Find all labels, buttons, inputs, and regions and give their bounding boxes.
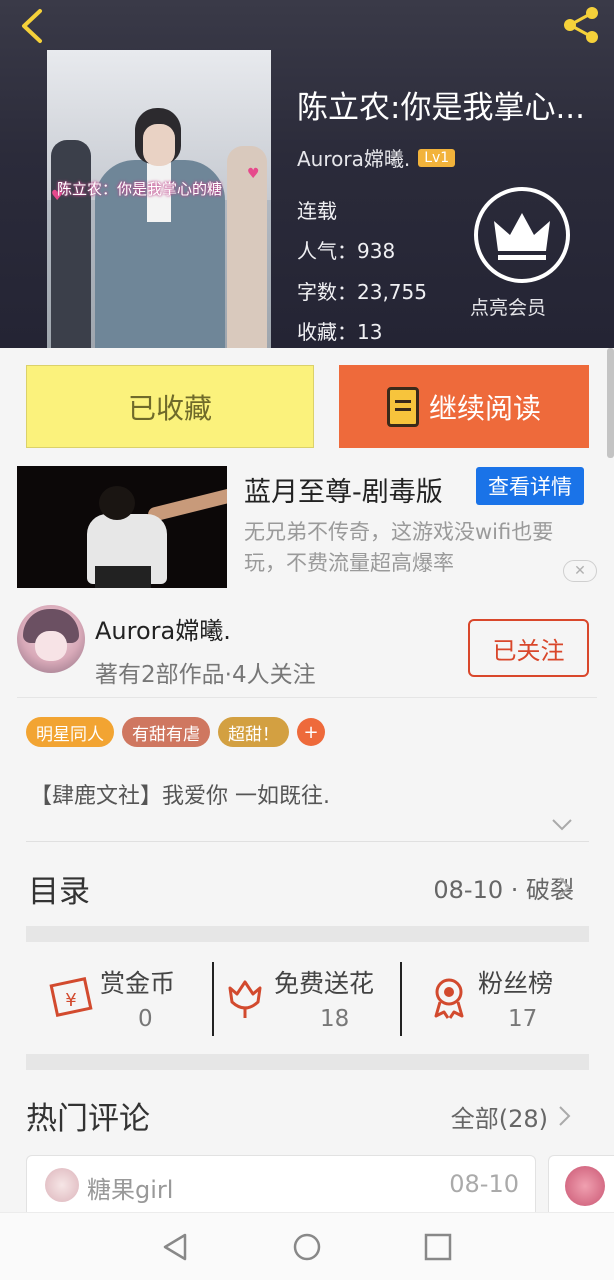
section-separator (26, 1054, 589, 1070)
favorite-count: 收藏：13 (297, 320, 383, 344)
continue-reading-button[interactable]: 继续阅读 (339, 365, 589, 448)
tag-item[interactable]: 明星同人 (26, 717, 114, 747)
award-ribbon-icon (434, 978, 464, 1019)
book-icon (386, 386, 419, 427)
commenter-name[interactable]: 糖果girl (87, 1170, 173, 1205)
author-name[interactable]: Aurora嫦曦. (297, 143, 410, 172)
collected-button[interactable]: 已收藏 (26, 365, 314, 448)
chevron-down-icon[interactable] (551, 818, 573, 832)
toc-latest-chapter[interactable]: 08-10 · 破裂 (433, 870, 574, 905)
heart-icon: ♥ (247, 166, 260, 182)
comment-card[interactable] (548, 1155, 614, 1215)
cover-figure-face (143, 124, 175, 166)
cover-caption: 陈立农：你是我掌心的糖 (57, 180, 223, 198)
ad-close-button[interactable]: ✕ (563, 560, 597, 582)
vip-button[interactable] (474, 187, 570, 283)
author-avatar[interactable] (17, 605, 85, 673)
red-envelope-icon: ¥ (49, 977, 93, 1017)
ad-image[interactable] (17, 466, 227, 588)
stat-value: 18 (320, 1006, 350, 1032)
toc-title[interactable]: 目录 (28, 866, 90, 911)
chevron-right-icon[interactable] (557, 1104, 573, 1128)
stats-row: ¥ 赏金币 0 免费送花 18 粉丝榜 17 (26, 956, 589, 1046)
level-badge: Lv1 (418, 148, 456, 167)
vip-label[interactable]: 点亮会员 (470, 293, 546, 320)
author-card-name[interactable]: Aurora嫦曦. (95, 611, 231, 646)
ad-description[interactable]: 无兄弟不传奇，这游戏没wifi也要玩，不费流量超高爆率 (244, 517, 594, 579)
popularity: 人气：938 (297, 239, 396, 263)
divider (26, 841, 589, 842)
followed-button[interactable]: 已关注 (468, 619, 589, 677)
stat-label: 免费送花 (274, 969, 375, 998)
nav-recents-icon[interactable] (422, 1231, 454, 1263)
avatar-face (35, 631, 67, 661)
flower-icon (228, 980, 262, 1018)
free-flower-stat[interactable]: 免费送花 18 (214, 956, 400, 1046)
all-comments-link[interactable]: 全部(28) (451, 1099, 548, 1134)
word-count: 字数：23,755 (297, 280, 427, 304)
commenter-avatar[interactable] (565, 1166, 605, 1206)
comment-card[interactable]: 糖果girl 08-10 (26, 1155, 536, 1215)
ad-figure-head (99, 486, 135, 520)
ad-title[interactable]: 蓝月至尊-剧毒版 (244, 470, 443, 509)
book-cover[interactable]: ♥ ♥ 陈立农：你是我掌心的糖 (47, 50, 271, 348)
continue-reading-label: 继续阅读 (428, 391, 541, 425)
tag-item[interactable]: 超甜！ (218, 717, 289, 747)
stat-value: 17 (508, 1006, 538, 1032)
hot-comments-title: 热门评论 (26, 1101, 150, 1137)
ad-detail-button[interactable]: 查看详情 (476, 467, 584, 505)
author-line[interactable]: Aurora嫦曦. Lv1 (297, 143, 456, 172)
stat-label: 赏金币 (100, 969, 176, 998)
comment-date: 08-10 (449, 1170, 519, 1198)
add-tag-button[interactable]: + (297, 718, 325, 746)
tag-list: 明星同人 有甜有虐 超甜！ + (26, 717, 325, 747)
author-card-meta: 著有2部作品·4人关注 (95, 662, 316, 688)
fan-rank-stat[interactable]: 粉丝榜 17 (402, 956, 589, 1046)
reward-coins-stat[interactable]: ¥ 赏金币 0 (26, 956, 212, 1046)
chevron-right-icon[interactable] (557, 875, 573, 899)
svg-text:¥: ¥ (65, 990, 76, 1011)
book-intro: 【肆鹿文社】我爱你 一如既往. (30, 784, 330, 809)
share-icon[interactable] (558, 4, 604, 46)
stat-label: 粉丝榜 (478, 969, 554, 998)
commenter-avatar[interactable] (45, 1168, 79, 1202)
crown-icon (494, 213, 550, 260)
cover-figure-left (51, 140, 91, 348)
nav-home-icon[interactable] (291, 1231, 323, 1263)
system-nav-bar (0, 1212, 614, 1280)
nav-back-icon[interactable] (159, 1231, 191, 1263)
scrollbar-thumb[interactable] (607, 348, 614, 458)
ad-figure-pants (95, 566, 151, 588)
divider (17, 697, 597, 698)
stat-value: 0 (138, 1006, 153, 1032)
book-header: ♥ ♥ 陈立农：你是我掌心的糖 陈立农:你是我掌心... Aurora嫦曦. L… (0, 0, 614, 348)
book-title: 陈立农:你是我掌心... (297, 90, 586, 126)
section-separator (26, 926, 589, 942)
tag-item[interactable]: 有甜有虐 (122, 717, 210, 747)
back-arrow-icon[interactable] (14, 6, 54, 46)
serial-status: 连载 (297, 199, 337, 223)
